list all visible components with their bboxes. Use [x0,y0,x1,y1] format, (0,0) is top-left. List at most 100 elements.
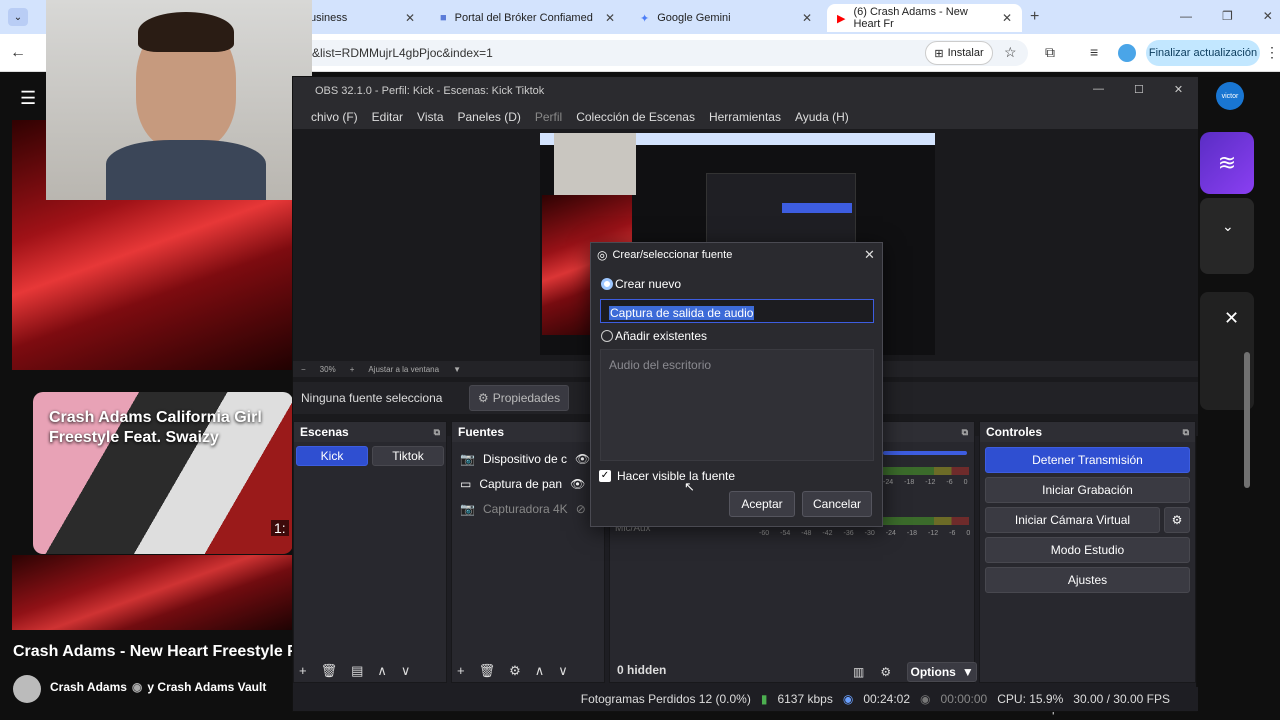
options-button[interactable]: Options ▼ [907,662,978,682]
tab-confiamed[interactable]: ■ Portal del Bróker Confiamed ✕ [430,4,625,32]
create-new-radio[interactable]: Crear nuevo [601,277,681,291]
studio-mode-button[interactable]: Modo Estudio [985,537,1190,563]
tick: 0 [963,479,968,486]
virtual-camera-button[interactable]: Iniciar Cámara Virtual [985,507,1160,533]
close-icon[interactable]: ✕ [864,247,875,263]
minimize-icon[interactable]: — [1180,9,1192,23]
trash-icon[interactable]: 🗑 [321,663,338,679]
add-existing-radio[interactable]: Añadir existentes [601,329,707,343]
scene-kick[interactable]: Kick [296,446,368,466]
tab-search-icon[interactable]: ⌄ [8,8,28,26]
close-icon[interactable]: ✕ [1002,11,1012,25]
menu-paneles[interactable]: Paneles (D) [458,110,521,124]
accept-button[interactable]: Aceptar [729,491,795,517]
eye-hidden-icon[interactable]: ⊘ [576,502,586,516]
tab-business[interactable]: usiness ✕ [300,4,425,32]
existing-sources-list[interactable]: Audio del escritorio [600,349,874,461]
close-icon[interactable]: ✕ [405,11,415,25]
minimize-icon[interactable]: — [1093,83,1104,96]
playlist-thumbnail[interactable]: Crash Adams California Girl Freestyle Fe… [33,392,293,554]
menu-archivo[interactable]: chivo (F) [311,110,358,124]
hidden-count: 0 hidden [617,663,667,677]
menu-herramientas[interactable]: Herramientas [709,110,781,124]
source-item[interactable]: ▭ Captura de pan 👁 [452,471,604,496]
undock-icon[interactable]: ⧉ [962,427,968,438]
add-icon[interactable]: + [299,663,307,679]
source-name-input[interactable]: Captura de salida de audio [600,299,874,323]
maximize-icon[interactable]: ☐ [1134,83,1144,96]
properties-button[interactable]: ⚙ Propiedades [469,385,569,411]
tab-youtube[interactable]: ▶ (6) Crash Adams - New Heart Fr ✕ [827,4,1022,32]
up-arrow-icon[interactable]: ∧ [535,663,545,679]
install-button[interactable]: ⊞ Instalar [925,41,993,65]
columns-icon[interactable]: ▥ [853,665,864,679]
hair [138,12,234,52]
close-icon[interactable]: ✕ [1174,83,1183,96]
existing-item[interactable]: Audio del escritorio [609,358,711,372]
visible-checkbox[interactable]: ✓ Hacer visible la fuente [599,469,735,483]
scenes-header: Escenas ⧉ [294,422,446,442]
settings-icon[interactable]: ⚙ [880,665,891,679]
bitrate: 6137 kbps [777,692,833,706]
zoom-in-icon[interactable]: + [350,365,355,374]
tick: -54 [780,530,791,537]
chevron-down-icon[interactable]: ⌄ [1222,218,1234,235]
menu-ayuda[interactable]: Ayuda (H) [795,110,849,124]
settings-button[interactable]: Ajustes [985,567,1190,593]
more-menu-icon[interactable]: ⋮ [1265,44,1279,61]
menu-perfil[interactable]: Perfil [535,110,562,124]
close-icon[interactable]: ✕ [605,11,615,25]
extensions-icon[interactable]: ⧉ [1045,44,1055,61]
trash-icon[interactable]: 🗑 [479,663,496,679]
channel-name[interactable]: Crash Adams [50,680,127,694]
scrollbar[interactable] [1244,352,1250,488]
undock-icon[interactable]: ⧉ [434,427,440,438]
eye-icon[interactable]: 👁 [575,452,590,466]
maximize-icon[interactable]: ❐ [1222,9,1233,23]
gear-icon[interactable]: ⚙ [509,663,521,679]
button-label: Cancelar [812,497,862,511]
channel-suffix[interactable]: y Crash Adams Vault [147,680,266,694]
back-arrow-icon[interactable]: ← [10,44,26,62]
menu-vista[interactable]: Vista [417,110,443,124]
close-icon[interactable]: ✕ [802,11,812,25]
user-avatar[interactable]: victor [1216,82,1244,110]
avatar-text: victor [1221,92,1239,100]
new-tab-icon[interactable]: + [1030,8,1039,26]
channel-avatar[interactable] [13,675,41,703]
menu-coleccion[interactable]: Colección de Escenas [576,110,695,124]
ai-assistant-icon[interactable]: ≋ [1200,132,1254,194]
tab-gemini[interactable]: ✦ Google Gemini ✕ [630,4,822,32]
url-field[interactable]: &list=RDMMujrL4gbPjoc&index=1 [300,40,1028,66]
down-arrow-icon[interactable]: ∨ [401,663,411,679]
up-arrow-icon[interactable]: ∧ [377,663,387,679]
down-arrow-icon[interactable]: ∨ [558,663,568,679]
zoom-out-icon[interactable]: − [301,365,306,374]
profile-avatar[interactable] [1118,44,1136,62]
cancel-button[interactable]: Cancelar [802,491,872,517]
scene-tiktok[interactable]: Tiktok [372,446,444,466]
obs-menubar: chivo (F) Editar Vista Paneles (D) Perfi… [293,105,1198,129]
hamburger-menu-icon[interactable]: ☰ [20,88,36,109]
undock-icon[interactable]: ⧉ [1183,427,1189,438]
close-window-icon[interactable]: ✕ [1263,9,1273,23]
media-control-icon[interactable]: ≡ [1090,44,1098,60]
add-icon[interactable]: + [457,663,465,679]
update-button[interactable]: Finalizar actualización [1146,40,1260,66]
fit-window-label[interactable]: Ajustar a la ventana [368,365,439,374]
youtube-icon: ▶ [837,12,846,25]
filter-icon[interactable]: ▤ [351,663,363,679]
dropdown-arrow-icon[interactable]: ▼ [453,365,461,374]
menu-editar[interactable]: Editar [372,110,403,124]
mouse-cursor-icon: ↖ [684,479,695,494]
stop-stream-button[interactable]: Detener Transmisión [985,447,1190,473]
signal-icon: ▮ [760,692,768,706]
eye-icon[interactable]: 👁 [570,477,585,491]
volume-slider[interactable] [883,451,967,455]
virtual-camera-settings[interactable]: ⚙ [1164,507,1190,533]
source-item[interactable]: 📷 Capturadora 4K ⊘ [452,496,604,521]
bookmark-star-icon[interactable]: ☆ [1004,44,1017,61]
source-item[interactable]: 📷 Dispositivo de c 👁 [452,446,604,471]
close-panel-icon[interactable]: ✕ [1224,308,1239,329]
start-recording-button[interactable]: Iniciar Grabación [985,477,1190,503]
